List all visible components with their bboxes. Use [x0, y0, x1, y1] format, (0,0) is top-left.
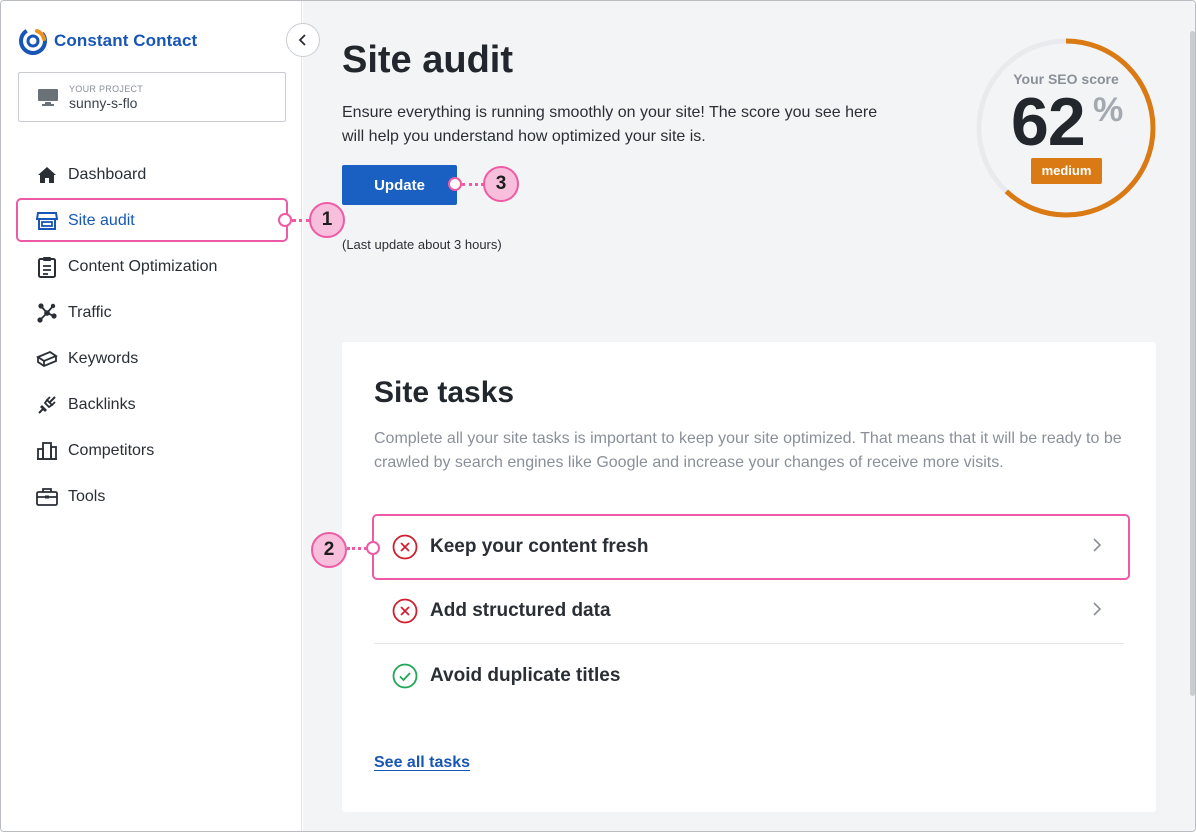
sidebar-item-label: Dashboard	[68, 166, 147, 183]
chevron-right-icon	[1093, 602, 1102, 616]
scrollbar[interactable]	[1190, 31, 1195, 696]
sidebar-item-content-optimization[interactable]: Content Optimization	[18, 244, 286, 290]
sidebar: Constant Contact YOUR PROJECT sunny-s-fl…	[1, 1, 302, 831]
callout-2: 2	[311, 532, 347, 568]
callout-1: 1	[309, 202, 345, 238]
clipboard-icon	[36, 256, 58, 278]
project-label: YOUR PROJECT	[69, 83, 144, 94]
buildings-icon	[36, 440, 58, 462]
monitor-icon	[38, 89, 58, 106]
seo-score-value: 62	[1011, 84, 1086, 160]
task-label: Keep your content fresh	[430, 536, 649, 557]
sidebar-item-label: Competitors	[68, 442, 155, 459]
callout-connector-3	[462, 183, 484, 186]
sidebar-item-keywords[interactable]: Keywords	[18, 336, 286, 382]
callout-connector-1	[292, 219, 310, 222]
constant-contact-logo-icon	[19, 27, 47, 55]
callout-anchor-2	[366, 541, 380, 555]
network-icon	[36, 302, 58, 324]
project-name: sunny-s-flo	[69, 94, 138, 111]
brand-logo[interactable]: Constant Contact	[18, 26, 197, 56]
page-intro: Ensure everything is running smoothly on…	[342, 104, 878, 145]
site-tasks-card: Site tasks Complete all your site tasks …	[342, 342, 1156, 812]
chevron-right-icon	[1093, 538, 1102, 552]
sidebar-item-traffic[interactable]: Traffic	[18, 290, 286, 336]
home-icon	[36, 164, 58, 186]
callout-3: 3	[483, 166, 519, 202]
page-title: Site audit	[342, 39, 514, 81]
sidebar-item-label: Content Optimization	[68, 258, 218, 275]
app-window: Constant Contact YOUR PROJECT sunny-s-fl…	[0, 0, 1196, 832]
brand-name: Constant Contact	[54, 31, 198, 50]
update-button[interactable]: Update	[342, 165, 457, 205]
last-update-text: (Last update about 3 hours)	[342, 237, 502, 252]
sidebar-item-label: Tools	[68, 488, 106, 505]
project-selector[interactable]: YOUR PROJECT sunny-s-flo	[18, 72, 286, 122]
task-keep-content-fresh[interactable]: Keep your content fresh	[374, 515, 1124, 579]
site-tasks-description: Complete all your site tasks is importan…	[374, 430, 1122, 471]
seo-score-gauge: Your SEO score 62 % medium	[973, 35, 1159, 221]
toolbox-icon	[36, 486, 58, 508]
callout-anchor-1	[278, 213, 292, 227]
seo-score-level-badge: medium	[1031, 158, 1102, 184]
sidebar-item-label: Site audit	[68, 212, 135, 229]
sidebar-item-tools[interactable]: Tools	[18, 474, 286, 520]
collapse-sidebar-button[interactable]	[286, 23, 320, 57]
task-avoid-duplicate-titles[interactable]: Avoid duplicate titles	[374, 644, 1124, 708]
seo-score-unit: %	[1093, 91, 1124, 129]
task-add-structured-data[interactable]: Add structured data	[374, 579, 1124, 643]
see-all-tasks-link[interactable]: See all tasks	[374, 754, 470, 772]
sidebar-nav: Dashboard Site audit Content Optimizatio…	[18, 152, 286, 520]
sidebar-item-site-audit[interactable]: Site audit	[18, 198, 286, 244]
keywords-icon	[36, 348, 58, 370]
callout-anchor-3	[448, 177, 462, 191]
storefront-icon	[36, 210, 58, 232]
link-plug-icon	[36, 394, 58, 416]
sidebar-item-dashboard[interactable]: Dashboard	[18, 152, 286, 198]
task-label: Add structured data	[430, 600, 611, 621]
sidebar-item-competitors[interactable]: Competitors	[18, 428, 286, 474]
check-circle-icon	[392, 663, 418, 689]
callout-connector-2	[347, 547, 367, 550]
x-circle-icon	[392, 598, 418, 624]
sidebar-item-label: Keywords	[68, 350, 139, 367]
sidebar-item-label: Traffic	[68, 304, 112, 321]
x-circle-icon	[392, 534, 418, 560]
sidebar-item-backlinks[interactable]: Backlinks	[18, 382, 286, 428]
site-tasks-title: Site tasks	[374, 376, 515, 409]
task-label: Avoid duplicate titles	[430, 665, 621, 686]
chevron-left-icon	[298, 34, 306, 46]
sidebar-item-label: Backlinks	[68, 396, 136, 413]
main-content: Site audit Ensure everything is running …	[303, 1, 1195, 831]
